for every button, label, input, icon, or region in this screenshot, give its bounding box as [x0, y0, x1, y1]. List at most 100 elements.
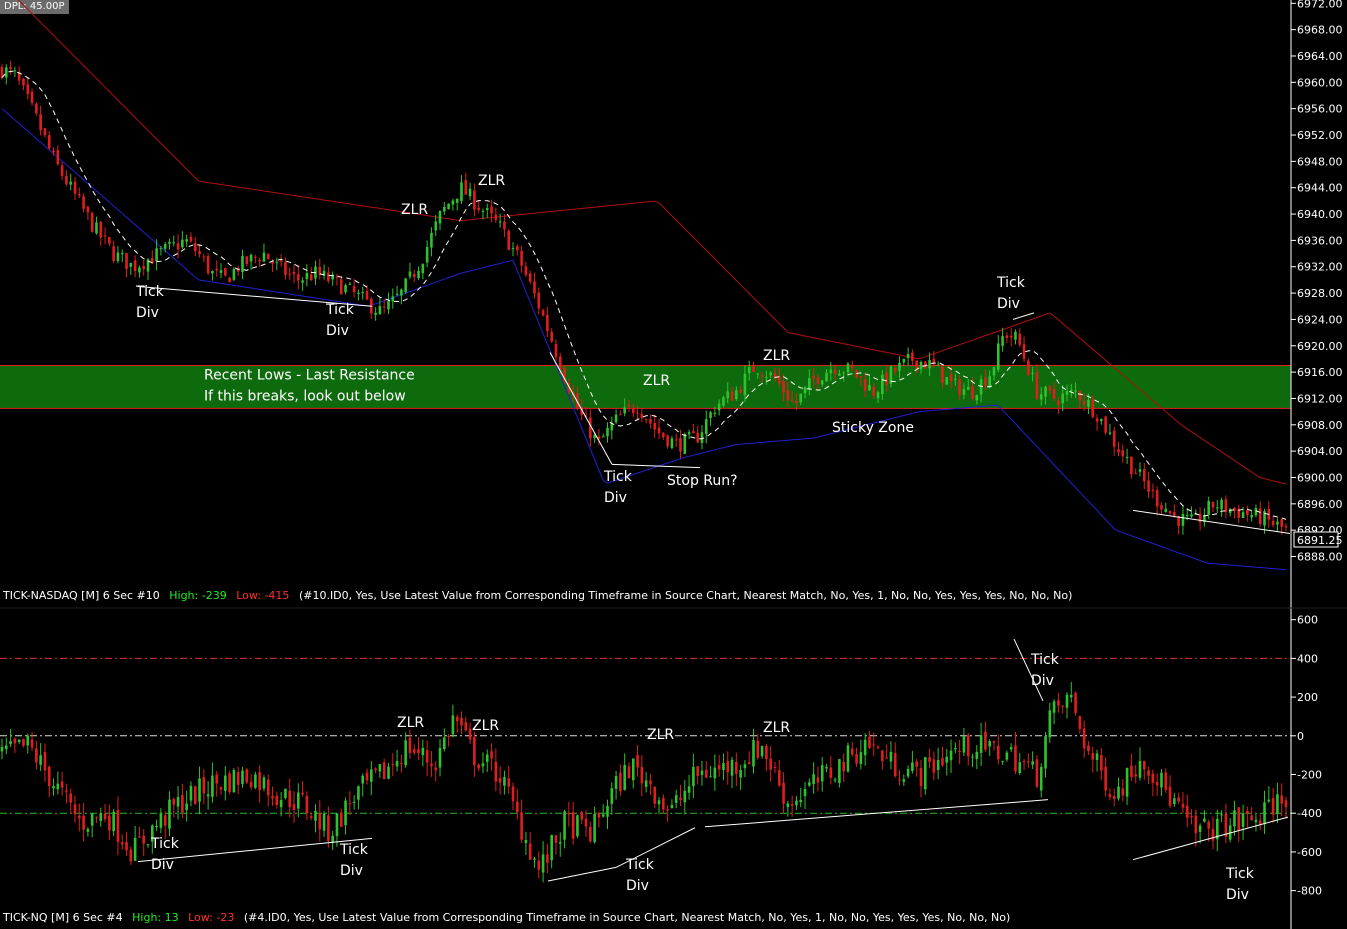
tick-candle [503, 770, 506, 795]
price-candle [477, 200, 480, 214]
tick-candle [1160, 769, 1163, 796]
tick-candle-body [35, 748, 38, 763]
price-candle [1220, 497, 1223, 517]
tick-candle [288, 778, 292, 818]
tick-candle [1125, 767, 1129, 805]
tick-candle [1039, 763, 1043, 798]
tick-candle-body [425, 750, 429, 763]
price-candle-body [636, 412, 639, 414]
tick-candle [95, 816, 98, 824]
price-candle [498, 213, 502, 228]
tick-candle [1250, 806, 1253, 821]
tick-candle-body [769, 758, 772, 770]
tick-candle [176, 786, 180, 820]
tick-candle-body [189, 785, 193, 801]
price-candle-body [760, 375, 764, 377]
last-price-label: 6891.25 [1297, 534, 1343, 547]
price-candle [460, 175, 463, 204]
tick-candle-body [601, 814, 605, 817]
price-candle-body [258, 260, 261, 262]
tick-candle [786, 800, 790, 817]
tick-candle-body [1052, 701, 1056, 713]
tick-candle [1048, 702, 1052, 743]
trading-chart[interactable]: Recent Lows - Last Resistance If this bre… [0, 0, 1347, 929]
tick-candle [846, 742, 850, 773]
price-candle-body [876, 392, 880, 399]
tick-candle [975, 745, 979, 770]
price-candle [198, 244, 201, 258]
price-candle [69, 173, 73, 191]
price-candle [674, 433, 678, 447]
tick-candle [455, 714, 459, 733]
price-candle [1233, 506, 1236, 519]
tick-candle [56, 771, 60, 795]
price-candle-body [249, 254, 253, 262]
tick-candle-body [945, 756, 949, 763]
price-candle [26, 78, 30, 100]
price-candle-body [1052, 388, 1056, 399]
tick-candle [700, 760, 704, 786]
tick-candle-body [554, 835, 558, 843]
tick-candle-body [86, 828, 90, 832]
tick-candle [1018, 752, 1022, 775]
tick-candle-body [1125, 767, 1129, 797]
price-candle-body [1241, 512, 1245, 519]
tick-candle [528, 831, 532, 860]
tick-candle-body [1022, 761, 1026, 763]
tick-candle-body [1035, 759, 1039, 787]
tick-annotation: ZLR [472, 718, 499, 734]
tick-candle [520, 799, 523, 844]
tick-candle-body [799, 799, 803, 803]
tick-candle-body [224, 775, 227, 791]
tick-candle-body [181, 795, 184, 813]
price-candle-body [284, 261, 287, 275]
price-candle [520, 245, 523, 273]
price-candle [258, 257, 261, 268]
price-axis-label: 6912.00 [1297, 392, 1343, 405]
tick-candle-body [108, 815, 111, 831]
tick-candle-body [623, 764, 626, 790]
price-candle-body [722, 397, 725, 406]
tick-candle-body [361, 775, 365, 784]
tick-candle [443, 728, 446, 752]
tick-candle [597, 811, 601, 828]
price-candle-body [975, 395, 979, 401]
price-axis-label: 6968.00 [1297, 24, 1343, 37]
tick-candle-body [563, 811, 566, 840]
tick-candle [112, 809, 115, 837]
tick-candle-body [314, 810, 317, 821]
price-candle-body [352, 286, 356, 293]
tick-candle-body [1065, 694, 1069, 708]
price-panel[interactable]: Recent Lows - Last Resistance If this bre… [0, 0, 1291, 571]
price-axes[interactable]: 6972.00 6968.00 6964.00 6960.00 6956.00 6952.… [0, 0, 1347, 929]
tick-candle-body [1001, 761, 1004, 763]
price-candle-body [1039, 394, 1043, 400]
tick-candle-body [580, 812, 584, 820]
tick-candle-body [898, 779, 901, 781]
price-trendline [1012, 312, 1035, 320]
price-candle-body [129, 262, 133, 267]
tick-panel[interactable]: ZLR ZLR ZLR ZLR Tick Div Tick Div Tick Div Tick Div… [0, 638, 1291, 903]
tick-candle [464, 716, 468, 732]
price-candle [657, 418, 661, 440]
price-candle-body [434, 221, 438, 231]
tick-candle [1147, 766, 1150, 784]
tick-candle [1185, 794, 1189, 828]
price-candle [35, 102, 38, 116]
tick-candle-body [812, 774, 815, 785]
tick-candle-body [915, 761, 918, 767]
price-candle [1018, 328, 1022, 348]
price-axis-label: 6940.00 [1297, 208, 1343, 221]
tick-candle-body [1044, 736, 1047, 769]
price-candle [649, 414, 652, 429]
tick-candle [146, 843, 150, 848]
tick-axis-ticks: 600 400 200 0 -200 -400 -600 -800 [1291, 614, 1322, 898]
tick-candle-body [550, 834, 553, 861]
price-candle [232, 267, 236, 282]
tick-candle [447, 733, 450, 747]
tick-candle [494, 748, 498, 792]
tick-candle [567, 801, 571, 827]
tick-candle [979, 722, 983, 767]
tick-candle-body [829, 767, 833, 778]
price-candle-body [606, 428, 609, 437]
